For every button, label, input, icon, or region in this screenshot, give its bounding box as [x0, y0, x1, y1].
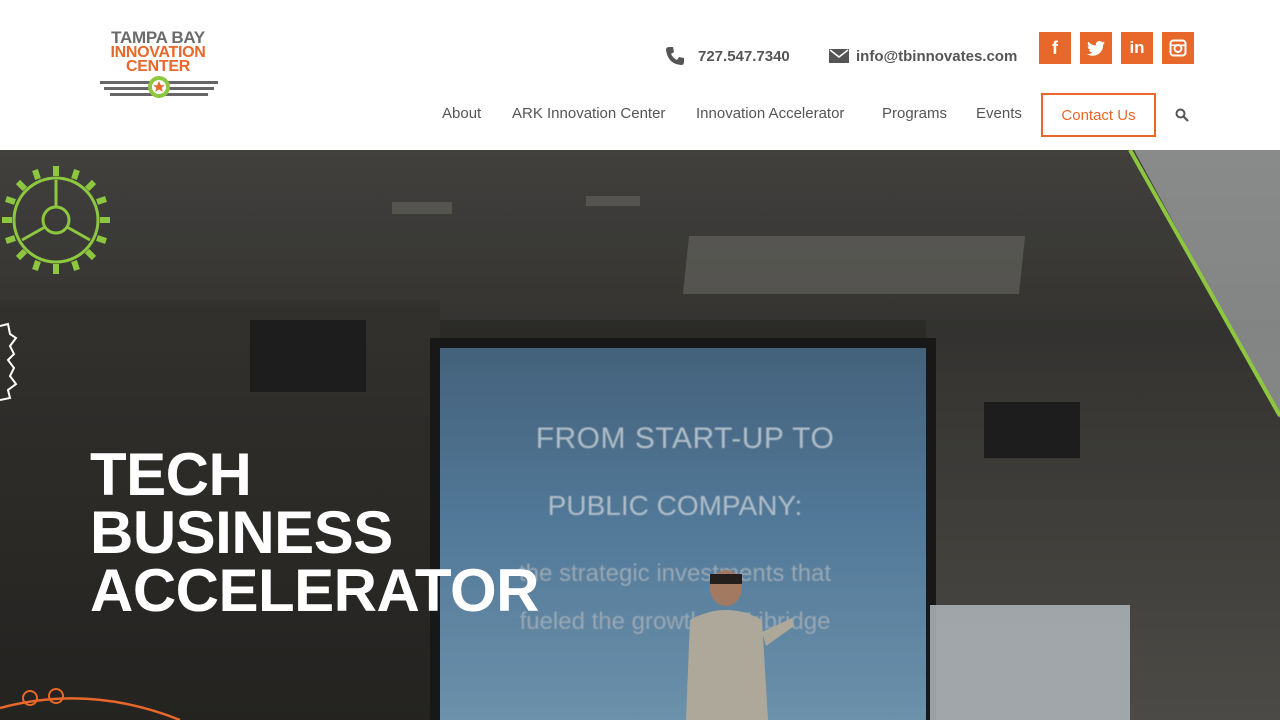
site-header: TAMPA BAY INNOVATION CENTER 727.547.7340… — [0, 0, 1280, 150]
hero-dark-overlay — [0, 150, 1280, 720]
logo-gear-emblem — [100, 76, 218, 98]
green-accent-stripe — [1128, 150, 1280, 418]
envelope-icon — [828, 45, 850, 67]
linkedin-link[interactable]: in — [1121, 32, 1153, 64]
phone-number: 727.547.7340 — [698, 47, 790, 65]
orange-arc-decoration — [0, 688, 181, 720]
gear-icon — [2, 166, 110, 274]
email-address: info@tbinnovates.com — [856, 47, 1018, 65]
linkedin-icon: in — [1129, 38, 1145, 57]
instagram-link[interactable] — [1162, 32, 1194, 64]
gear-outline-icon — [0, 322, 18, 401]
twitter-link[interactable] — [1080, 32, 1112, 64]
hero-title-line: ACCELERATOR — [90, 557, 539, 624]
nav-events[interactable]: Events — [976, 105, 1022, 122]
nav-ark-innovation-center[interactable]: ARK Innovation Center — [512, 105, 665, 122]
hero-title: TECH BUSINESS ACCELERATOR — [90, 441, 539, 624]
site-logo[interactable]: TAMPA BAY INNOVATION CENTER — [96, 26, 224, 102]
nav-about[interactable]: About — [442, 105, 481, 122]
twitter-icon — [1087, 40, 1105, 56]
facebook-icon: f — [1052, 37, 1058, 58]
email-contact[interactable]: info@tbinnovates.com — [828, 44, 1017, 68]
hero-title-line: TECH — [90, 441, 252, 508]
facebook-link[interactable]: f — [1039, 32, 1071, 64]
search-icon[interactable] — [1175, 108, 1191, 124]
hero-banner: FROM START-UP TO PUBLIC COMPANY: the str… — [0, 150, 1280, 720]
phone-contact[interactable]: 727.547.7340 — [664, 44, 790, 68]
contact-us-button[interactable]: Contact Us — [1041, 93, 1156, 137]
nav-programs[interactable]: Programs — [882, 105, 947, 122]
hero-title-line: BUSINESS — [90, 499, 393, 566]
phone-icon — [664, 45, 686, 67]
nav-innovation-accelerator[interactable]: Innovation Accelerator — [696, 105, 844, 122]
instagram-icon — [1169, 39, 1187, 57]
